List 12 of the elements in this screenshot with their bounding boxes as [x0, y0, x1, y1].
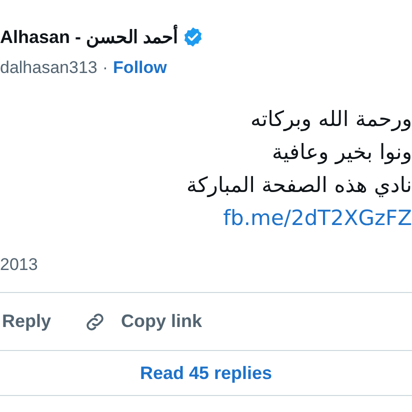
tweet-date: 2013 — [0, 254, 39, 276]
copy-link-button[interactable]: Copy link — [81, 308, 202, 335]
author-name: Alhasan - أحمد الحسن — [0, 24, 178, 50]
tweet-text-line: ونوا بخير وعافية — [272, 139, 412, 166]
separator-dot: · — [102, 57, 108, 80]
tweet-text-line: ورحمة الله وبركاته — [250, 106, 412, 134]
read-replies-link[interactable]: Read 45 replies — [140, 360, 272, 386]
tweet-link[interactable]: fb.me/2dT2XGzFZ — [223, 202, 412, 235]
reply-button[interactable]: Reply — [0, 308, 52, 335]
author-handle: dalhasan313 — [0, 57, 98, 80]
follow-link[interactable]: Follow — [113, 55, 167, 81]
tweet-text-line: نادي هذه الصفحة المباركة — [186, 172, 412, 200]
